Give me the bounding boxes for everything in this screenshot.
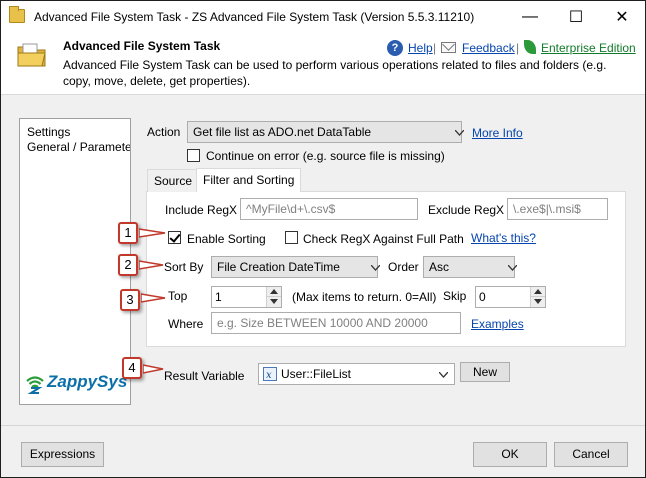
- result-variable-value: User::FileList: [281, 367, 352, 381]
- callout-3: 3: [120, 289, 140, 311]
- help-link[interactable]: Help: [408, 41, 433, 55]
- enable-sorting-checkbox[interactable]: [168, 231, 181, 244]
- callout-arrow-3: [141, 293, 166, 303]
- tab-source[interactable]: Source: [147, 169, 200, 192]
- dialog-window: Advanced File System Task - ZS Advanced …: [0, 0, 646, 478]
- include-regx-input[interactable]: ^MyFile\d+\.csv$: [240, 198, 418, 220]
- sidebar-item-settings[interactable]: Settings: [27, 125, 70, 139]
- close-button[interactable]: ✕: [599, 1, 645, 33]
- maximize-icon: ☐: [568, 9, 584, 26]
- order-value: Asc: [429, 260, 450, 274]
- tab-filter-and-sorting[interactable]: Filter and Sorting: [196, 168, 302, 192]
- sort-by-value: File Creation DateTime: [217, 260, 340, 274]
- continue-on-error-checkbox[interactable]: [187, 149, 200, 162]
- where-input[interactable]: e.g. Size BETWEEN 10000 AND 20000: [211, 312, 461, 334]
- skip-value: 0: [479, 290, 486, 304]
- exclude-regx-label: Exclude RegX: [428, 203, 505, 217]
- separator: |: [516, 41, 520, 55]
- maximize-button[interactable]: ☐: [553, 1, 599, 33]
- header-title: Advanced File System Task: [63, 39, 221, 53]
- result-variable-dropdown[interactable]: x User::FileList: [258, 363, 455, 385]
- action-value: Get file list as ADO.net DataTable: [193, 125, 372, 139]
- variable-icon: x: [263, 367, 277, 381]
- result-variable-label: Result Variable: [164, 369, 245, 383]
- footer-divider: [1, 425, 645, 426]
- logo-text: ZappySys: [47, 372, 128, 391]
- order-label: Order: [388, 260, 419, 274]
- top-value: 1: [215, 290, 222, 304]
- callout-4: 4: [122, 357, 142, 379]
- continue-on-error-label: Continue on error (e.g. source file is m…: [206, 149, 445, 163]
- zappysys-logo: ZappySys: [25, 372, 131, 396]
- sort-by-dropdown[interactable]: File Creation DateTime: [211, 256, 380, 278]
- check-regx-checkbox[interactable]: [285, 231, 298, 244]
- sort-by-label: Sort By: [164, 260, 204, 274]
- skip-stepper[interactable]: 0: [475, 286, 546, 308]
- wifi-logo-icon: [26, 376, 44, 394]
- sidebar: Settings General / Paramete: [19, 118, 131, 405]
- exclude-regx-input[interactable]: \.exe$|\.msi$: [507, 198, 608, 220]
- top-hint: (Max items to return. 0=All): [292, 290, 437, 304]
- include-regx-label: Include RegX: [165, 203, 238, 217]
- header-description: Advanced File System Task can be used to…: [63, 58, 607, 88]
- title-bar: Advanced File System Task - ZS Advanced …: [1, 1, 645, 33]
- callout-arrow-2: [139, 260, 164, 270]
- sidebar-item-general[interactable]: General / Paramete: [27, 140, 130, 154]
- check-regx-label: Check RegX Against Full Path: [303, 232, 464, 246]
- expressions-button[interactable]: Expressions: [21, 442, 104, 467]
- where-placeholder: e.g. Size BETWEEN 10000 AND 20000: [217, 316, 428, 330]
- examples-link[interactable]: Examples: [471, 317, 524, 331]
- stepper-up-icon[interactable]: [531, 287, 545, 297]
- mail-icon[interactable]: [441, 42, 456, 53]
- new-button[interactable]: New: [460, 362, 510, 382]
- whats-this-link[interactable]: What's this?: [471, 231, 536, 245]
- action-dropdown[interactable]: Get file list as ADO.net DataTable: [187, 121, 464, 143]
- where-label: Where: [168, 317, 204, 331]
- skip-label: Skip: [443, 289, 467, 303]
- include-regx-placeholder: ^MyFile\d+\.csv$: [246, 202, 336, 216]
- enable-sorting-label: Enable Sorting: [187, 232, 266, 246]
- callout-arrow-4: [143, 364, 164, 374]
- ok-button[interactable]: OK: [473, 442, 547, 467]
- chevron-down-icon: [439, 372, 448, 378]
- enterprise-edition-link[interactable]: Enterprise Edition: [541, 41, 636, 55]
- close-icon: ✕: [615, 9, 629, 26]
- more-info-link[interactable]: More Info: [472, 126, 523, 140]
- cancel-button[interactable]: Cancel: [554, 442, 628, 467]
- top-label: Top: [168, 289, 188, 303]
- minimize-icon: —: [522, 8, 538, 25]
- stepper-up-icon[interactable]: [267, 287, 281, 297]
- feedback-link[interactable]: Feedback: [462, 41, 515, 55]
- folder-app-icon: [9, 6, 25, 23]
- window-title: Advanced File System Task - ZS Advanced …: [34, 10, 475, 24]
- stepper-down-icon[interactable]: [531, 297, 545, 307]
- callout-2: 2: [118, 254, 138, 276]
- folder-icon: [17, 43, 46, 67]
- svg-text:x: x: [266, 370, 272, 381]
- order-dropdown[interactable]: Asc: [423, 256, 517, 278]
- action-label: Action: [147, 125, 181, 139]
- help-icon[interactable]: ?: [387, 40, 403, 56]
- separator: |: [433, 41, 437, 55]
- stepper-down-icon[interactable]: [267, 297, 281, 307]
- exclude-regx-placeholder: \.exe$|\.msi$: [513, 202, 581, 216]
- callout-arrow-1: [139, 228, 166, 238]
- minimize-button[interactable]: —: [507, 1, 553, 33]
- callout-1: 1: [118, 222, 138, 244]
- top-stepper[interactable]: 1: [211, 286, 282, 308]
